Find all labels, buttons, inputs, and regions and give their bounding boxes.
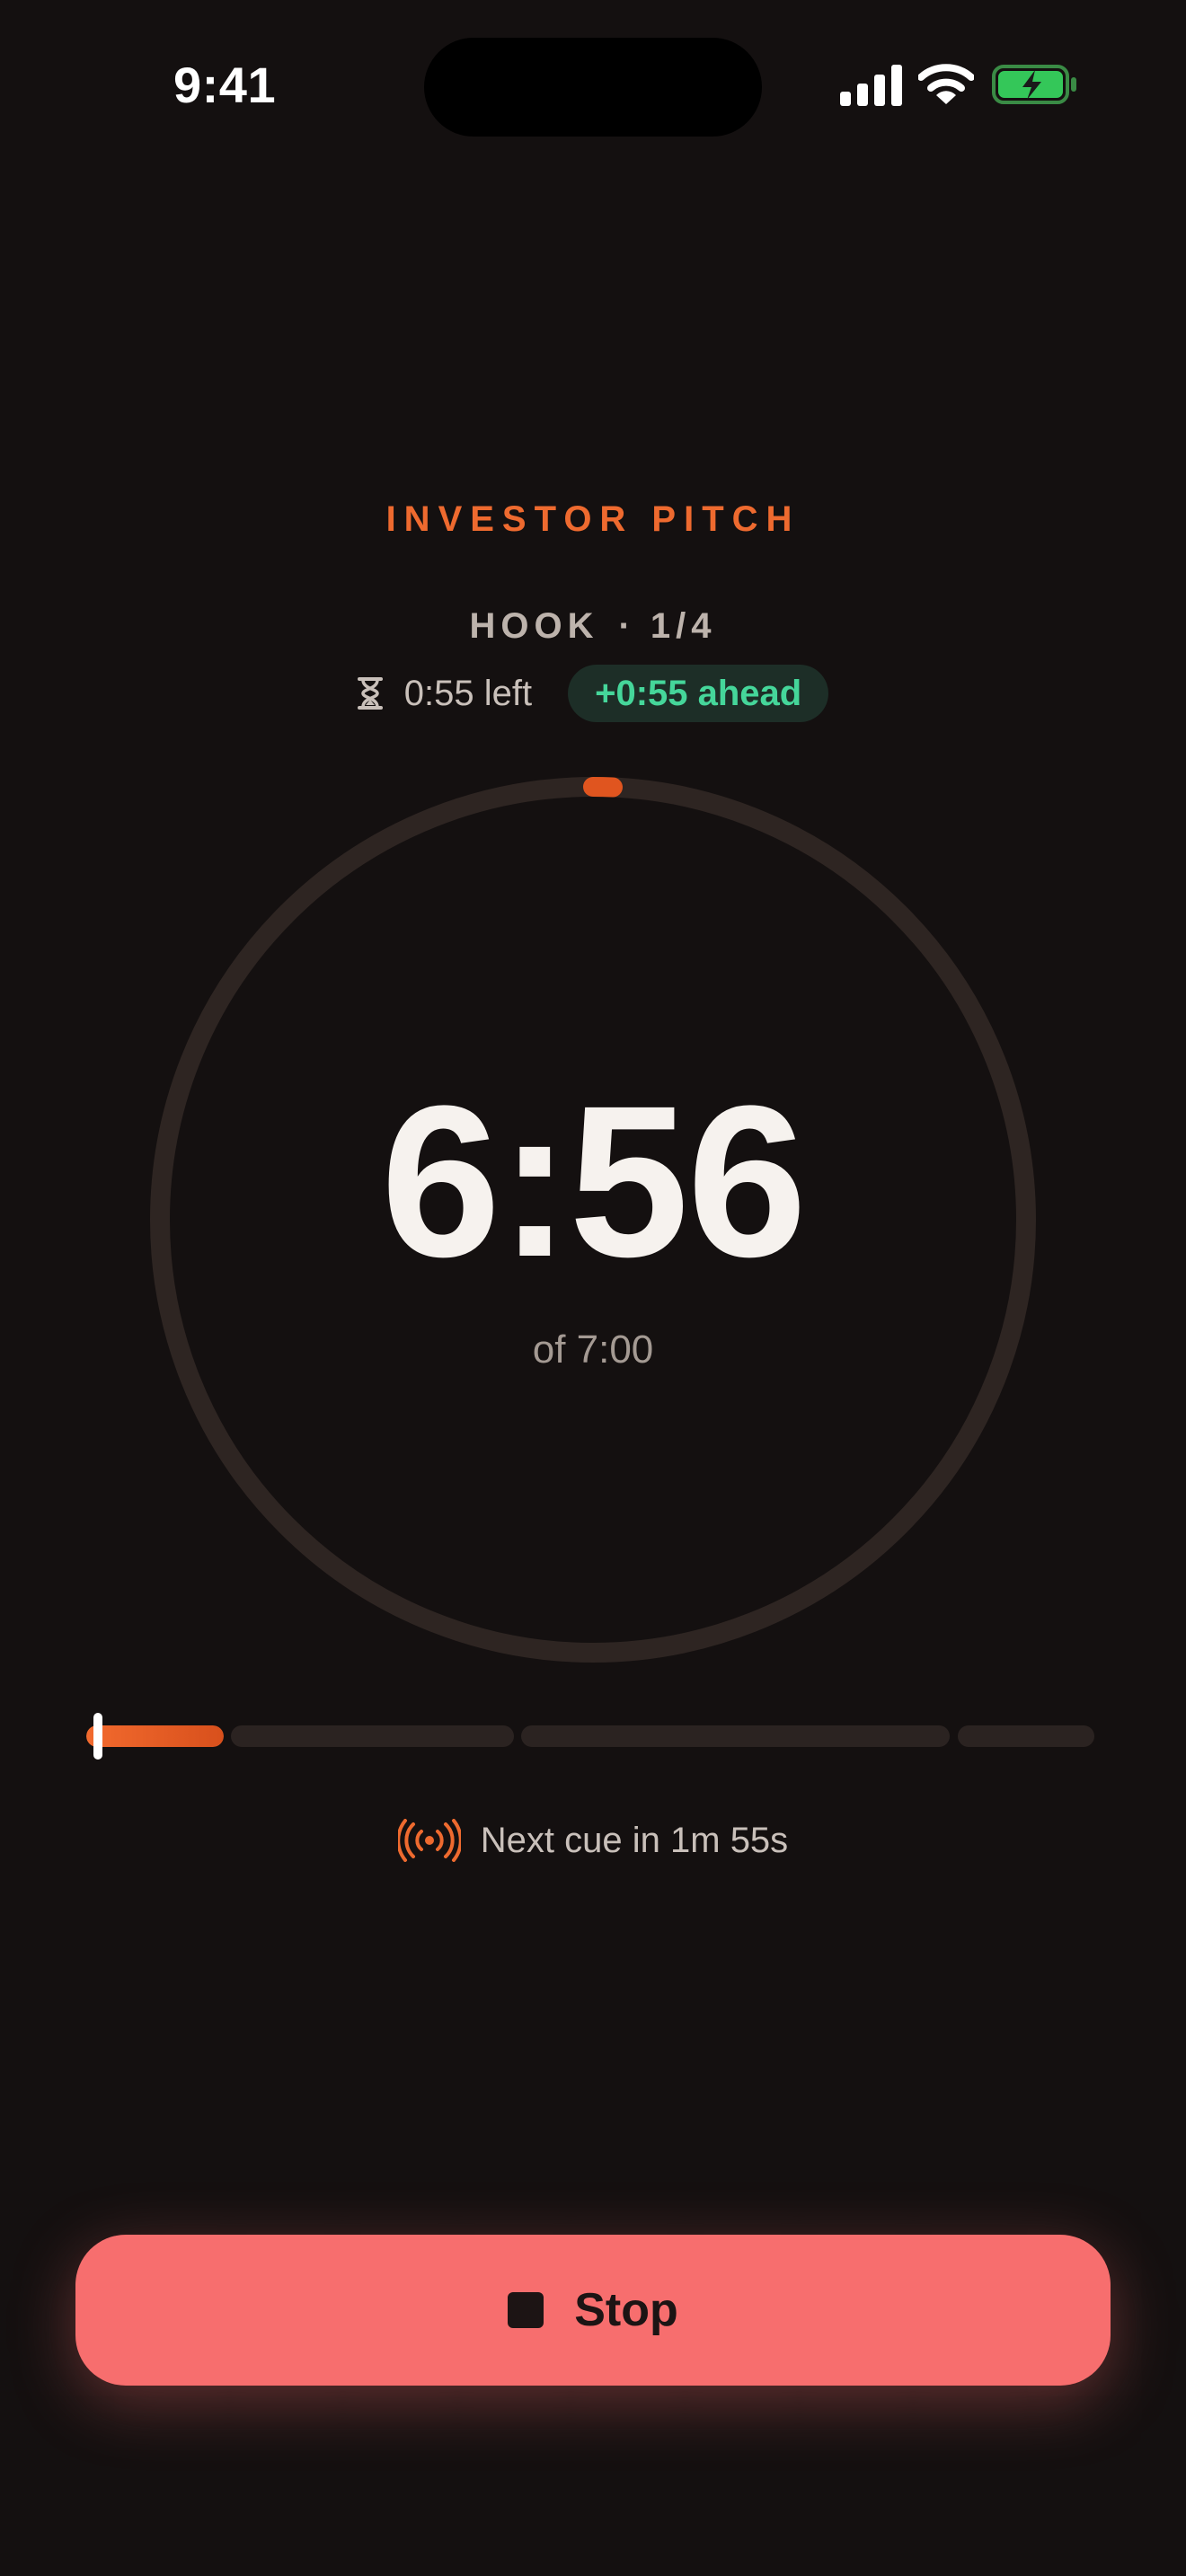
section-time-row: 0:55 left +0:55 ahead	[0, 665, 1186, 722]
next-cue-label: Next cue in 1m 55s	[480, 1820, 789, 1860]
dynamic-island	[424, 38, 762, 137]
wifi-icon	[918, 64, 974, 104]
section-indicator: HOOK · 1/4	[0, 606, 1186, 647]
stop-button-label: Stop	[574, 2284, 678, 2336]
progress-segment	[230, 1725, 514, 1747]
total-duration: of 7:00	[532, 1328, 654, 1372]
stop-square-icon	[508, 2292, 544, 2328]
section-name: HOOK	[469, 606, 599, 646]
progress-segment	[520, 1725, 951, 1747]
section-progress-bar	[86, 1725, 1094, 1747]
hourglass-icon	[357, 677, 383, 710]
elapsed-timer: 6:56	[380, 1061, 807, 1301]
signal-icon	[840, 65, 902, 106]
status-bar-time: 9:41	[173, 57, 277, 113]
progress-playhead[interactable]	[93, 1713, 102, 1760]
next-cue-row: Next cue in 1m 55s	[0, 1819, 1186, 1862]
stop-button[interactable]: Stop	[75, 2235, 1111, 2386]
time-left-label: 0:55 left	[403, 673, 533, 713]
session-title: INVESTOR PITCH	[385, 499, 801, 539]
broadcast-icon	[397, 1819, 461, 1862]
progress-ring-indicator	[583, 776, 623, 798]
pace-badge: +0:55 ahead	[568, 665, 829, 722]
battery-charging-icon	[992, 65, 1076, 104]
time-left: 0:55 left	[357, 673, 533, 714]
section-separator: ·	[618, 606, 631, 646]
section-position: 1/4	[650, 606, 717, 646]
progress-segment	[86, 1725, 224, 1747]
progress-segment	[957, 1725, 1094, 1747]
progress-segment-fill	[86, 1725, 224, 1747]
